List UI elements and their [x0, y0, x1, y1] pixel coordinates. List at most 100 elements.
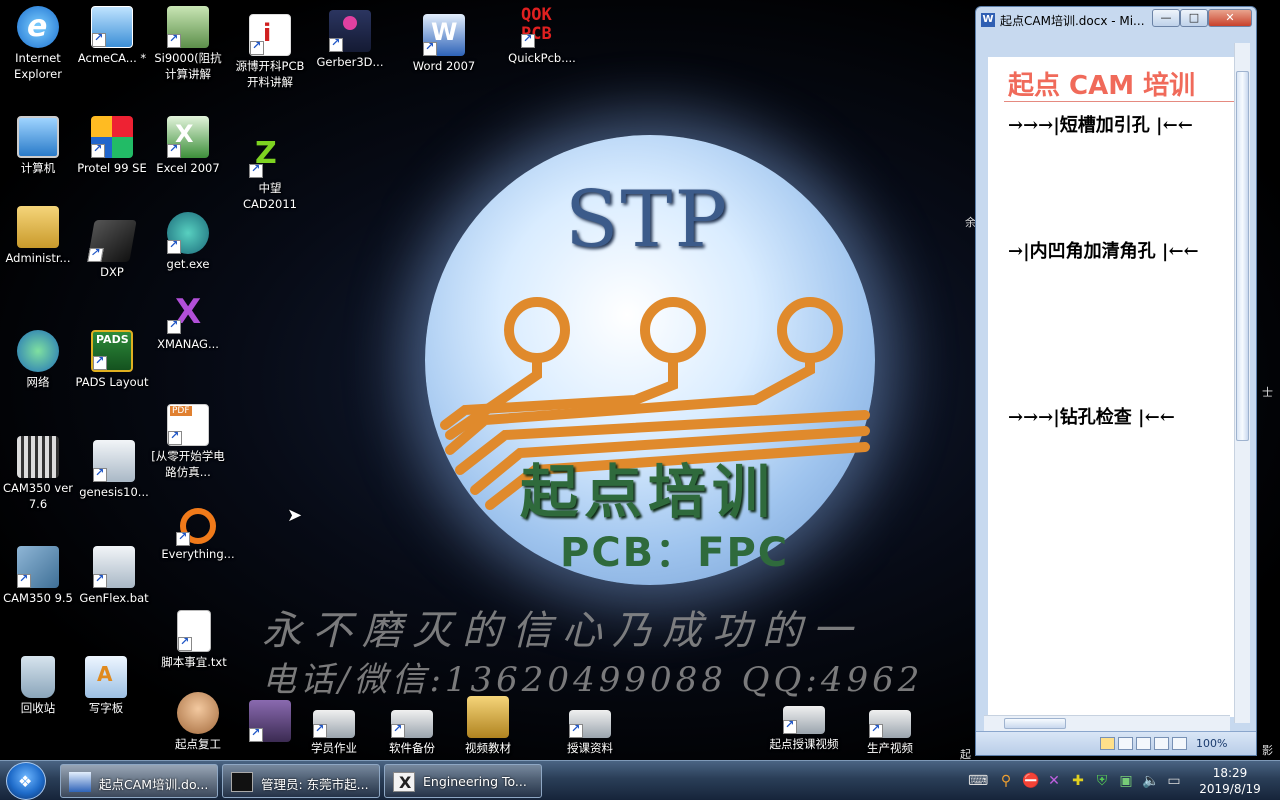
- search-icon[interactable]: ⚲: [998, 773, 1014, 789]
- desktop: STP 起点培训 PCB：FPC 永不磨灭的信心乃成功的一 电话/微信:1362…: [0, 0, 1280, 760]
- clock[interactable]: 18:29 2019/8/19: [1192, 765, 1268, 797]
- desktop-icon-script-txt[interactable]: 脚本事宜.txt: [156, 610, 232, 670]
- si9000-icon: [167, 6, 209, 48]
- desktop-icon-dxp[interactable]: DXP: [74, 220, 150, 280]
- video-folder-icon: [249, 700, 291, 742]
- document-page[interactable]: 起点 CAM 培训 →→→|短槽加引孔 |←← →|内凹角加清角孔 |←← →→…: [988, 57, 1238, 717]
- draft-view-button[interactable]: [1172, 737, 1187, 750]
- shortcut-arrow-icon: [168, 429, 182, 445]
- desktop-icon-video-materials[interactable]: 视频教材: [450, 696, 526, 756]
- word-window[interactable]: W 起点CAM培训.docx - Mi... — □ ✕ 起点 CAM 培训 →…: [975, 6, 1257, 756]
- desktop-icon-quickpcb[interactable]: QOKPCB QuickPcb....: [504, 6, 580, 66]
- desktop-icon-cam350-76[interactable]: CAM350 ver 7.6: [0, 436, 76, 512]
- desktop-icon-yuanbo-pcb[interactable]: i 源博开科PCB开料讲解: [232, 14, 308, 90]
- desktop-icon-get-exe[interactable]: get.exe: [150, 212, 226, 272]
- desktop-icon-lecture-videos[interactable]: 起点授课视频: [766, 700, 842, 752]
- heading-divider: [1004, 101, 1238, 102]
- desktop-icon-excel[interactable]: X Excel 2007: [150, 116, 226, 176]
- outline-view-button[interactable]: [1154, 737, 1169, 750]
- network-tray-icon[interactable]: ▭: [1166, 773, 1182, 789]
- vertical-scroll-thumb[interactable]: [1236, 71, 1249, 441]
- shortcut-arrow-icon: [250, 39, 264, 55]
- drive-icon: [783, 706, 825, 734]
- web-layout-view-button[interactable]: [1136, 737, 1151, 750]
- edge-text: 士: [1262, 386, 1273, 399]
- shortcut-arrow-icon: [93, 354, 107, 370]
- desktop-icon-xmanager[interactable]: X XMANAG...: [150, 292, 226, 352]
- desktop-icon-internet-explorer[interactable]: e Internet Explorer: [0, 6, 76, 82]
- print-layout-view-button[interactable]: [1100, 737, 1115, 750]
- computer-icon: [17, 116, 59, 158]
- start-button[interactable]: ❖: [6, 762, 46, 800]
- desktop-icon-genflex[interactable]: GenFlex.bat: [76, 546, 152, 606]
- desktop-icon-protel[interactable]: Protel 99 SE: [74, 116, 150, 176]
- desktop-icon-wordpad[interactable]: A 写字板: [68, 656, 144, 716]
- batch-file-icon: [93, 546, 135, 588]
- desktop-icon-everything[interactable]: Everything...: [160, 508, 236, 562]
- everything-icon: [176, 508, 216, 546]
- horizontal-scroll-thumb[interactable]: [1004, 718, 1066, 729]
- desktop-icon-student-work[interactable]: 学员作业: [296, 704, 372, 756]
- word-titlebar[interactable]: W 起点CAM培训.docx - Mi... — □ ✕: [976, 7, 1256, 33]
- protel-icon: [91, 116, 133, 158]
- close-button[interactable]: ✕: [1208, 9, 1252, 27]
- wallpaper-moon: STP 起点培训 PCB：FPC: [425, 135, 875, 585]
- desktop-icon-zwcad[interactable]: Z 中望CAD2011: [232, 136, 308, 212]
- word-statusbar: 100%: [976, 731, 1256, 755]
- desktop-icon-administrator[interactable]: Administr...: [0, 206, 76, 266]
- mouse-cursor-icon: ➤: [287, 505, 303, 526]
- wallpaper-slogan: 永不磨灭的信心乃成功的一: [262, 608, 862, 654]
- desktop-icon-computer[interactable]: 计算机: [0, 116, 76, 176]
- shield-icon[interactable]: ⛨: [1094, 773, 1110, 789]
- xmanager-icon: X: [393, 772, 415, 792]
- wallpaper-title: 起点培训: [520, 458, 777, 526]
- desktop-icon-acmecad[interactable]: AcmeCA... *: [74, 6, 150, 66]
- full-screen-view-button[interactable]: [1118, 737, 1133, 750]
- desktop-icon-genesis[interactable]: genesis10...: [76, 440, 152, 500]
- desktop-icon-recycle-bin[interactable]: 回收站: [0, 656, 76, 716]
- blocked-icon[interactable]: ⛔: [1022, 773, 1039, 789]
- desktop-icon-gerber3d[interactable]: Gerber3D...: [312, 10, 388, 70]
- shortcut-arrow-icon: [87, 248, 104, 262]
- xmanager-icon: X: [167, 292, 209, 334]
- shortcut-arrow-icon: [313, 722, 327, 738]
- task-word[interactable]: 起点CAM培训.do...: [60, 764, 218, 798]
- desktop-icon-word[interactable]: W Word 2007: [406, 14, 482, 74]
- desktop-icon-cam350-95[interactable]: CAM350 9.5: [0, 546, 76, 606]
- maximize-button[interactable]: □: [1180, 9, 1208, 27]
- volume-icon[interactable]: 🔈: [1142, 773, 1159, 789]
- shortcut-arrow-icon: [167, 32, 181, 48]
- minimize-button[interactable]: —: [1152, 9, 1180, 27]
- desktop-icon-software-backup[interactable]: 软件备份: [374, 704, 450, 756]
- task-engineering[interactable]: X Engineering To...: [384, 764, 542, 798]
- excel-icon: X: [167, 116, 209, 158]
- disc-icon: [167, 212, 209, 254]
- word-icon: W: [423, 14, 465, 56]
- desktop-icon-qidian-return[interactable]: 起点复工: [160, 692, 236, 752]
- drive-icon: [569, 710, 611, 738]
- zoom-level[interactable]: 100%: [1196, 737, 1227, 750]
- nvidia-icon[interactable]: ▣: [1118, 773, 1134, 789]
- desktop-icon-pdf-book[interactable]: PDF [从零开始学电路仿真...: [150, 404, 226, 480]
- task-cmd[interactable]: 管理员: 东莞市起...: [222, 764, 380, 798]
- desktop-icon-network[interactable]: 网络: [0, 330, 76, 390]
- horizontal-scrollbar[interactable]: [984, 715, 1230, 731]
- dxp-icon: [87, 220, 137, 262]
- desktop-icon-lecture-materials[interactable]: 授课资料: [552, 704, 628, 756]
- shortcut-arrow-icon: [93, 572, 107, 588]
- document-line: →→→|钻孔检查 |←←: [1008, 407, 1175, 428]
- zwcad-icon: Z: [249, 136, 291, 178]
- wallpaper-subtitle: PCB：FPC: [560, 530, 790, 576]
- shortcut-arrow-icon: [167, 318, 181, 334]
- keyboard-icon[interactable]: ⌨: [968, 773, 988, 789]
- wordpad-icon: A: [85, 656, 127, 698]
- folder-icon: [467, 696, 509, 738]
- desktop-icon-si9000[interactable]: Si9000(阻抗计算讲解: [150, 6, 226, 82]
- plus-icon[interactable]: ✚: [1070, 773, 1086, 789]
- desktop-icon-production-videos[interactable]: 生产视频: [852, 704, 928, 756]
- desktop-icon-pads[interactable]: PADS PADS Layout: [74, 330, 150, 390]
- shortcut-arrow-icon: [93, 466, 107, 482]
- xmanager-tray-icon[interactable]: ✕: [1046, 773, 1062, 789]
- shortcut-arrow-icon: [783, 718, 797, 734]
- vertical-scrollbar[interactable]: [1234, 43, 1250, 723]
